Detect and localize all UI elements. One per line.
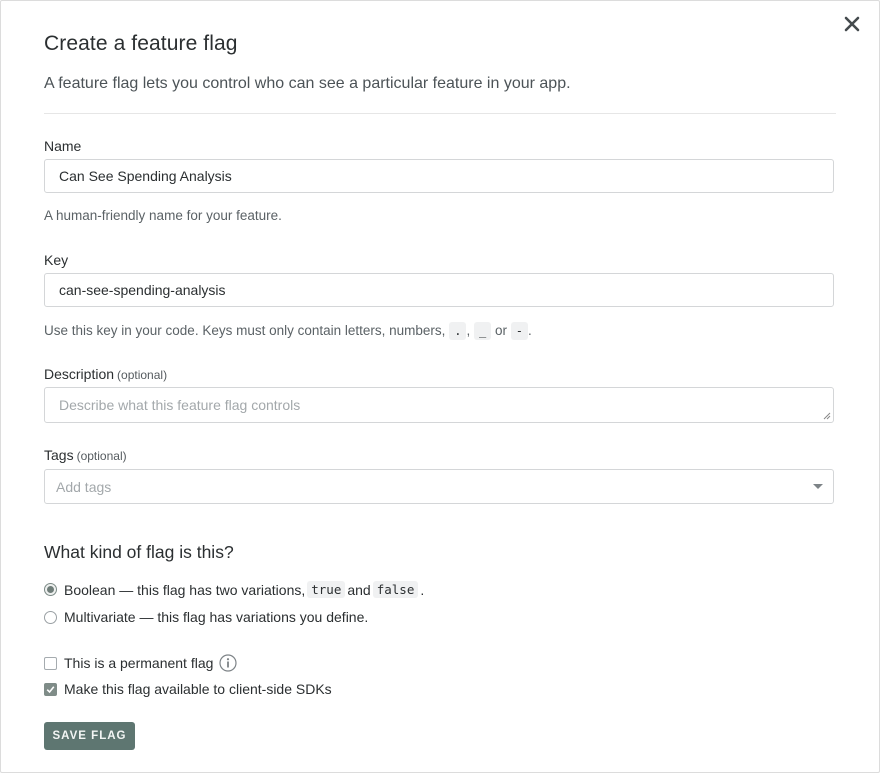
key-char-dash: - <box>510 322 528 340</box>
checkbox-client-side-label: Make this flag available to client-side … <box>64 681 332 697</box>
key-hint-sep1: , <box>466 323 471 338</box>
tags-select[interactable]: Add tags <box>44 469 834 504</box>
key-char-underscore: _ <box>473 322 492 340</box>
radio-boolean[interactable]: Boolean — this flag has two variations, … <box>44 581 424 598</box>
close-icon <box>844 16 860 32</box>
description-label-text: Description <box>44 366 115 382</box>
radio-multivariate-label: Multivariate — this flag has variations … <box>64 609 369 625</box>
key-char-dot: . <box>449 322 467 340</box>
key-hint-suffix: . <box>527 323 532 338</box>
boolean-and-text: and <box>347 581 371 598</box>
dialog-title: Create a feature flag <box>44 32 238 55</box>
chevron-down-icon <box>813 484 823 489</box>
checkbox-permanent-label: This is a permanent flag <box>64 655 214 671</box>
flag-kind-heading: What kind of flag is this? <box>44 542 234 562</box>
name-label: Name <box>44 138 81 154</box>
checkbox-client-side[interactable]: Make this flag available to client-side … <box>44 681 332 697</box>
description-placeholder: Describe what this feature flag controls <box>59 397 301 413</box>
radio-multivariate[interactable]: Multivariate — this flag has variations … <box>44 609 368 625</box>
check-icon <box>46 685 55 693</box>
key-hint-text: Use this key in your code. Keys must onl… <box>44 323 446 338</box>
key-hint: Use this key in your code. Keys must onl… <box>44 322 532 340</box>
description-label: Description (optional) <box>44 366 167 382</box>
divider <box>44 113 836 114</box>
boolean-true-code: true <box>307 581 346 598</box>
checkbox-client-side-box[interactable] <box>44 682 57 696</box>
resize-handle-icon[interactable] <box>823 412 831 420</box>
tags-label-text: Tags <box>44 447 74 463</box>
name-input[interactable]: Can See Spending Analysis <box>44 159 834 193</box>
checkbox-permanent-box[interactable] <box>44 656 57 670</box>
tags-placeholder: Add tags <box>56 478 112 495</box>
radio-boolean-label: Boolean — this flag has two variations, <box>64 581 306 598</box>
tags-optional: (optional) <box>76 449 127 463</box>
name-input-value: Can See Spending Analysis <box>59 168 232 184</box>
radio-multivariate-indicator[interactable] <box>44 610 57 624</box>
key-input-value: can-see-spending-analysis <box>59 282 226 298</box>
checkbox-permanent[interactable]: This is a permanent flag <box>44 654 238 672</box>
description-optional: (optional) <box>117 368 168 382</box>
dialog-lead: A feature flag lets you control who can … <box>44 75 571 92</box>
close-button[interactable] <box>841 13 863 35</box>
name-label-text: Name <box>44 138 82 154</box>
key-input[interactable]: can-see-spending-analysis <box>44 273 834 307</box>
boolean-false-code: false <box>372 581 419 598</box>
key-hint-sep2: or <box>494 323 507 338</box>
key-label-text: Key <box>44 252 69 268</box>
key-label: Key <box>44 252 68 268</box>
radio-boolean-indicator[interactable] <box>44 583 57 596</box>
tags-label: Tags (optional) <box>44 447 127 463</box>
save-flag-button[interactable]: SAVE FLAG <box>44 722 135 750</box>
description-textarea[interactable]: Describe what this feature flag controls <box>44 387 834 423</box>
boolean-suffix: . <box>420 581 425 598</box>
info-icon[interactable] <box>219 654 238 672</box>
name-hint: A human-friendly name for your feature. <box>44 208 282 223</box>
create-flag-dialog: Create a feature flag A feature flag let… <box>0 0 880 773</box>
